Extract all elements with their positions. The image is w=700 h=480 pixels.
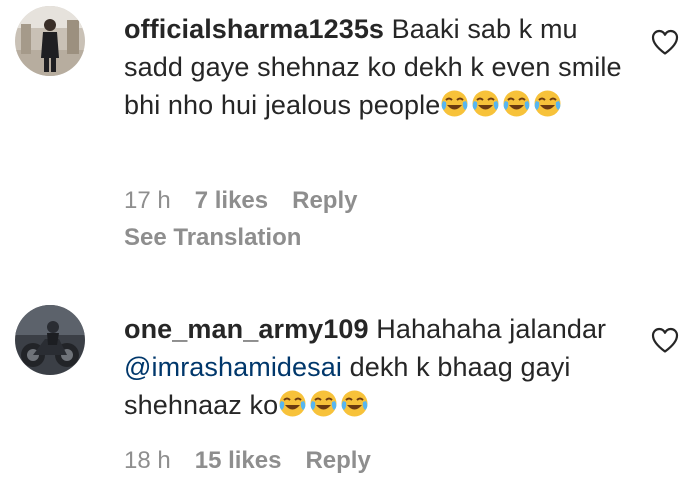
comment-timestamp[interactable]: 18 h	[124, 447, 171, 474]
heart-outline-icon[interactable]	[650, 28, 680, 56]
comment-text: one_man_army109 Hahahaha jalandar @imras…	[124, 310, 624, 424]
heart-outline-icon[interactable]	[650, 326, 680, 354]
comment-body: Hahahaha jalandar	[376, 314, 607, 344]
comment-username[interactable]: one_man_army109	[124, 314, 369, 344]
face-with-tears-of-joy-icon	[278, 389, 307, 418]
face-with-tears-of-joy-icon	[533, 89, 562, 118]
comment-item: officialsharma1235s Baaki sab k mu sadd …	[0, 0, 700, 270]
comment-timestamp[interactable]: 17 h	[124, 187, 171, 214]
comment-text: officialsharma1235s Baaki sab k mu sadd …	[124, 10, 624, 124]
face-with-tears-of-joy-icon	[340, 389, 369, 418]
see-translation-button[interactable]: See Translation	[124, 223, 301, 253]
face-with-tears-of-joy-icon	[471, 89, 500, 118]
comment-meta: 17 h 7 likes Reply	[124, 186, 381, 216]
avatar[interactable]	[15, 305, 85, 375]
comment-item: one_man_army109 Hahahaha jalandar @imras…	[0, 300, 700, 480]
face-with-tears-of-joy-icon	[309, 389, 338, 418]
avatar[interactable]	[15, 6, 85, 76]
comment-username[interactable]: officialsharma1235s	[124, 14, 384, 44]
face-with-tears-of-joy-icon	[502, 89, 531, 118]
mention-link[interactable]: @imrashamidesai	[124, 352, 342, 382]
face-with-tears-of-joy-icon	[440, 89, 469, 118]
avatar-image	[15, 6, 85, 76]
comment-meta: 18 h 15 likes Reply	[124, 446, 395, 476]
comment-likes-count[interactable]: 15 likes	[195, 447, 282, 474]
reply-button[interactable]: Reply	[305, 447, 370, 474]
avatar-image	[15, 305, 85, 375]
comment-likes-count[interactable]: 7 likes	[195, 187, 268, 214]
reply-button[interactable]: Reply	[292, 187, 357, 214]
